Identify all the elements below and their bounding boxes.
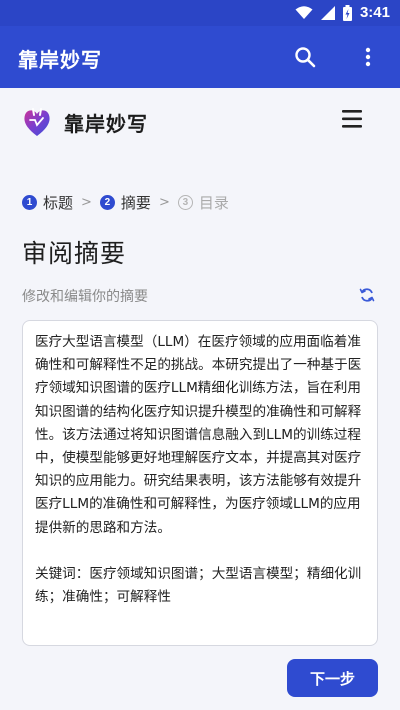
chevron-right-icon: > (158, 194, 170, 210)
more-vert-icon (365, 47, 371, 67)
page-subtitle: 修改和编辑你的摘要 (22, 289, 148, 305)
status-time: 3:41 (359, 4, 390, 21)
signal-icon (320, 5, 335, 20)
status-bar: 3:41 (0, 0, 400, 26)
step-number: 3 (177, 194, 193, 210)
step-title[interactable]: 1 标题 (22, 192, 73, 213)
step-label: 摘要 (120, 193, 151, 212)
app-bar: 靠岸妙写 (0, 26, 400, 88)
abstract-textarea[interactable]: 医疗大型语言模型（LLM）在医疗领域的应用面临着准确性和可解释性不足的挑战。本研… (22, 320, 378, 646)
page-title: 审阅摘要 (22, 239, 127, 268)
site-header: 靠岸妙写 (0, 88, 400, 158)
step-label: 标题 (43, 193, 74, 212)
logo-icon[interactable] (22, 106, 52, 138)
status-icons: 3:41 (295, 4, 390, 21)
search-button[interactable] (292, 44, 318, 70)
step-label: 目录 (198, 193, 229, 212)
refresh-icon[interactable] (358, 286, 376, 304)
step-indicator: 1 标题 > 2 摘要 > 3 目录 (22, 190, 229, 214)
search-icon (295, 47, 316, 68)
next-step-button[interactable]: 下一步 (287, 659, 378, 697)
step-number: 1 (22, 194, 37, 210)
step-abstract[interactable]: 2 摘要 (99, 192, 151, 213)
step-toc[interactable]: 3 目录 (177, 192, 229, 213)
hamburger-menu-icon[interactable] (340, 108, 364, 130)
site-name: 靠岸妙写 (64, 112, 148, 136)
wifi-icon (295, 5, 313, 19)
battery-icon (342, 4, 352, 21)
more-options-button[interactable] (358, 44, 378, 70)
step-number: 2 (99, 194, 115, 210)
app-title: 靠岸妙写 (18, 48, 102, 72)
chevron-right-icon: > (81, 194, 92, 210)
